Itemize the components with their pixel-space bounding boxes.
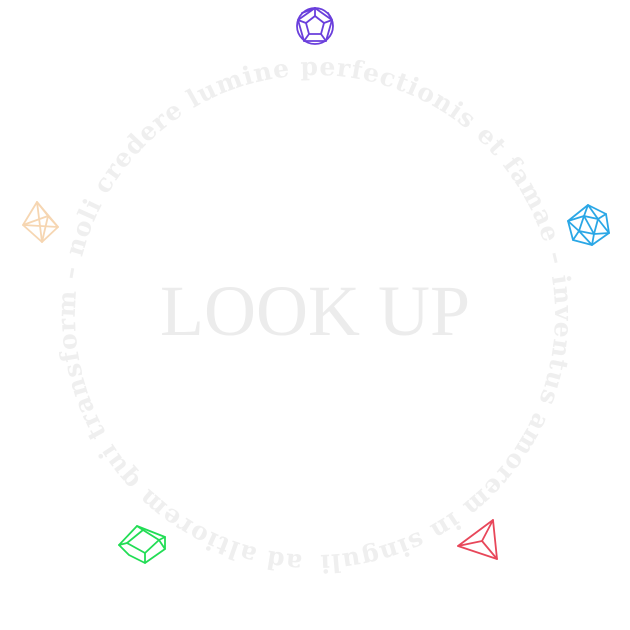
- icosahedron-icon[interactable]: [567, 204, 610, 246]
- tetrahedron-icon[interactable]: [457, 519, 498, 560]
- octahedron-icon[interactable]: [22, 201, 59, 243]
- page-title: LOOK UP: [160, 271, 470, 351]
- stage: – ad altiorem qui transform – noli crede…: [0, 0, 630, 630]
- scene: – ad altiorem qui transform – noli crede…: [0, 0, 610, 578]
- cube-icon[interactable]: [118, 525, 166, 564]
- dodecahedron-icon[interactable]: [296, 7, 334, 45]
